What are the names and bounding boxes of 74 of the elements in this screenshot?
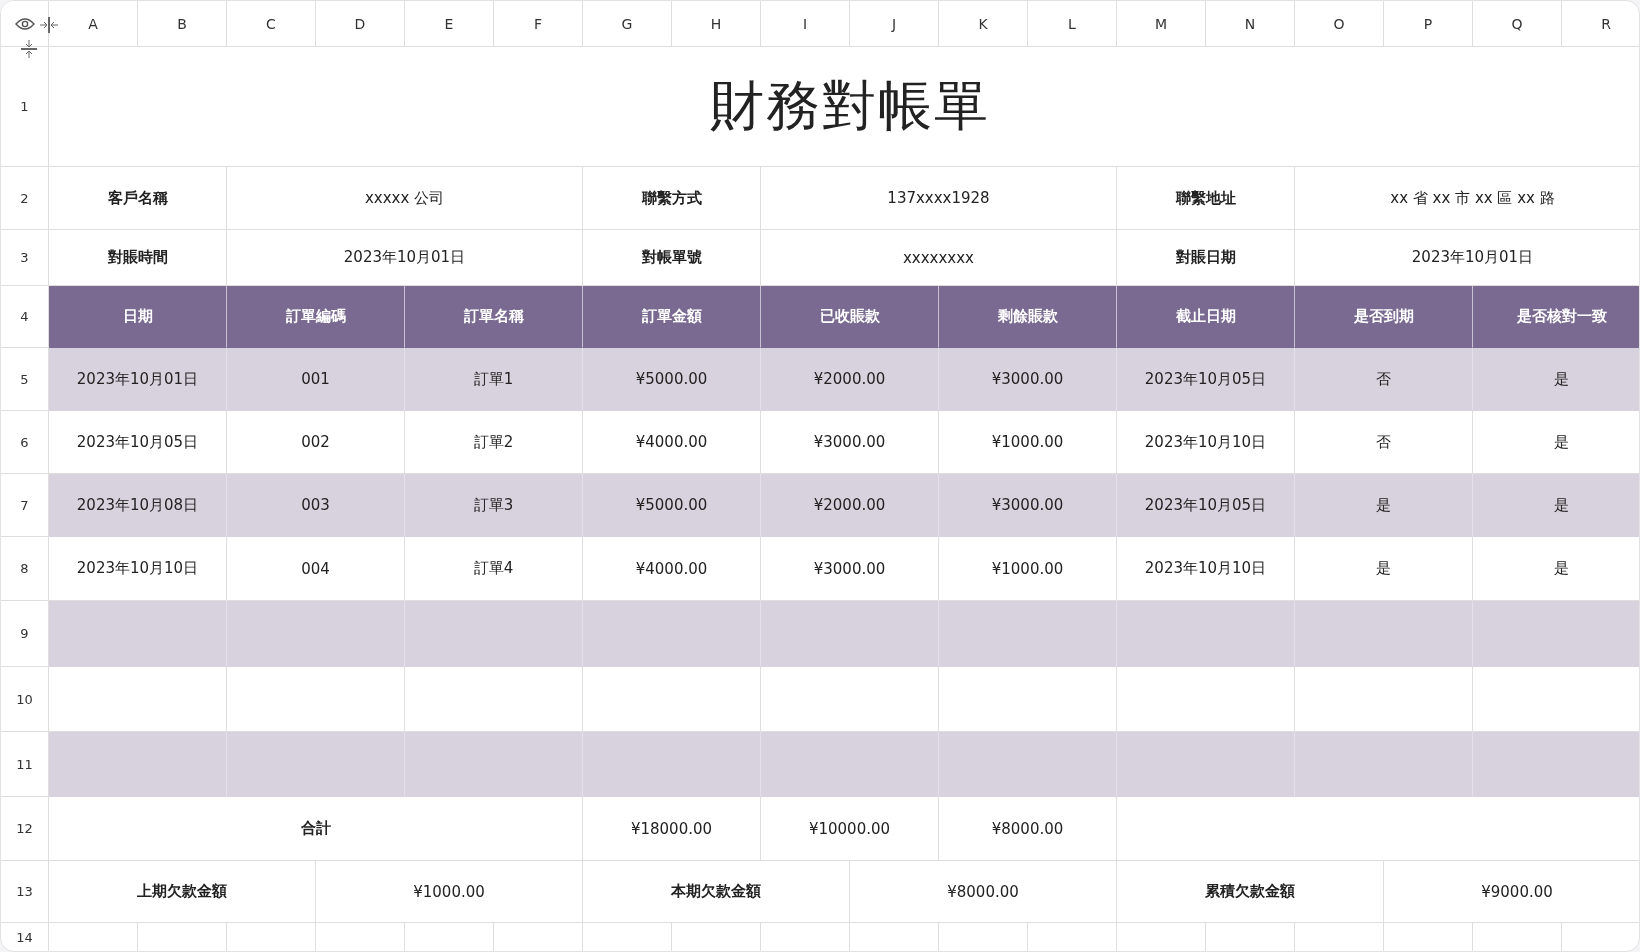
column-header: P	[1384, 1, 1473, 47]
row-header: 10	[1, 667, 49, 732]
column-heading: 訂單名稱	[405, 286, 583, 348]
table-cell: ¥5000.00	[583, 348, 761, 411]
total-value: ¥10000.00	[761, 797, 939, 861]
row-header: 8	[1, 537, 49, 601]
table-cell: 否	[1295, 348, 1473, 411]
column-header: H	[672, 1, 761, 47]
column-header: O	[1295, 1, 1384, 47]
summary-label: 累積欠款金額	[1117, 861, 1384, 923]
field-label: 聯繫方式	[583, 167, 761, 230]
field-label: 聯繫地址	[1117, 167, 1295, 230]
table-cell: 訂單1	[405, 348, 583, 411]
table-cell: 是	[1473, 348, 1639, 411]
column-heading: 是否到期	[1295, 286, 1473, 348]
row-header: 1	[1, 47, 49, 167]
column-header: E	[405, 1, 494, 47]
table-cell: 003	[227, 474, 405, 537]
table-cell: ¥3000.00	[939, 348, 1117, 411]
table-cell: ¥2000.00	[761, 474, 939, 537]
field-value: 137xxxx1928	[761, 167, 1117, 230]
column-header: C	[227, 1, 316, 47]
summary-value: ¥8000.00	[850, 861, 1117, 923]
column-header: G	[583, 1, 672, 47]
collapse-rows-icon[interactable]	[19, 39, 39, 59]
total-label: 合計	[49, 797, 583, 861]
column-heading: 訂單金額	[583, 286, 761, 348]
table-cell: 2023年10月05日	[1117, 348, 1295, 411]
column-header: D	[316, 1, 405, 47]
table-cell: 2023年10月05日	[1117, 474, 1295, 537]
table-cell: 2023年10月01日	[49, 348, 227, 411]
column-header: N	[1206, 1, 1295, 47]
table-cell: ¥2000.00	[761, 348, 939, 411]
table-cell: 2023年10月08日	[49, 474, 227, 537]
column-heading: 截止日期	[1117, 286, 1295, 348]
column-heading: 已收賬款	[761, 286, 939, 348]
total-value: ¥18000.00	[583, 797, 761, 861]
table-cell: ¥5000.00	[583, 474, 761, 537]
field-label: 客戶名稱	[49, 167, 227, 230]
column-header: A	[49, 1, 138, 47]
row-header: 3	[1, 230, 49, 286]
row-header: 12	[1, 797, 49, 861]
column-heading: 訂單編碼	[227, 286, 405, 348]
table-cell: 是	[1295, 474, 1473, 537]
column-header: B	[138, 1, 227, 47]
row-header: 2	[1, 167, 49, 230]
summary-value: ¥1000.00	[316, 861, 583, 923]
column-header: L	[1028, 1, 1117, 47]
column-header: K	[939, 1, 1028, 47]
column-heading: 日期	[49, 286, 227, 348]
column-header: R	[1562, 1, 1639, 47]
column-header: Q	[1473, 1, 1562, 47]
column-heading: 是否核對一致	[1473, 286, 1639, 348]
column-heading: 剩餘賬款	[939, 286, 1117, 348]
summary-label: 本期欠款金額	[583, 861, 850, 923]
column-header: J	[850, 1, 939, 47]
row-header: 14	[1, 923, 49, 951]
sheet-title: 財務對帳單	[49, 47, 1639, 167]
column-header: F	[494, 1, 583, 47]
field-value: xxxxx 公司	[227, 167, 583, 230]
total-value: ¥8000.00	[939, 797, 1117, 861]
column-header: M	[1117, 1, 1206, 47]
field-value: xx 省 xx 市 xx 區 xx 路	[1295, 167, 1639, 230]
table-cell: 訂單3	[405, 474, 583, 537]
table-cell: 001	[227, 348, 405, 411]
table-cell: 是	[1473, 474, 1639, 537]
column-header: I	[761, 1, 850, 47]
collapse-columns-icon[interactable]	[39, 15, 59, 35]
summary-value: ¥9000.00	[1384, 861, 1639, 923]
row-header: 6	[1, 411, 49, 474]
eye-icon[interactable]	[15, 17, 35, 31]
table-cell: ¥3000.00	[939, 474, 1117, 537]
row-header: 13	[1, 861, 49, 923]
summary-label: 上期欠款金額	[49, 861, 316, 923]
